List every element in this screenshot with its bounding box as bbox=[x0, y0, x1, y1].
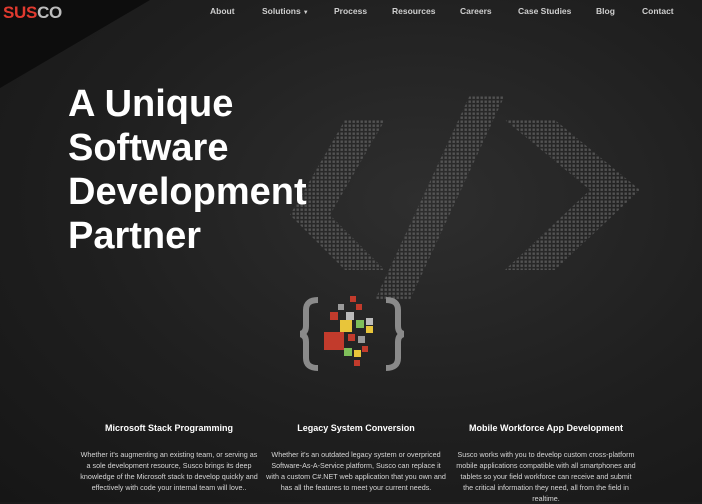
nav-solutions[interactable]: Solutions ▼ bbox=[262, 6, 309, 16]
feature-title: Mobile Workforce App Development bbox=[468, 423, 624, 433]
feature-title: Microsoft Stack Programming bbox=[104, 423, 234, 433]
feature-text: Whether it's augmenting an existing team… bbox=[80, 450, 258, 492]
nav-solutions-label: Solutions bbox=[262, 6, 301, 16]
hero-line-4: Partner bbox=[68, 215, 202, 257]
hero-line-3: Development bbox=[68, 171, 307, 213]
nav-blog[interactable]: Blog bbox=[596, 6, 615, 16]
nav-contact[interactable]: Contact bbox=[642, 6, 674, 16]
feature-text: Susco works with you to develop custom c… bbox=[456, 450, 636, 503]
chevron-down-icon: ▼ bbox=[302, 10, 309, 16]
feature-mobile-workforce: Mobile Workforce App Development Susco w… bbox=[456, 423, 636, 504]
nav-resources[interactable]: Resources bbox=[392, 6, 435, 16]
nav-process[interactable]: Process bbox=[334, 6, 367, 16]
nav-about[interactable]: About bbox=[210, 6, 235, 16]
pixel-braces-logo-icon bbox=[300, 296, 404, 371]
main-nav: About Solutions ▼ Process Resources Caree… bbox=[0, 6, 702, 20]
feature-title: Legacy System Conversion bbox=[297, 423, 415, 433]
nav-case-studies[interactable]: Case Studies bbox=[518, 6, 571, 16]
feature-microsoft-stack: Microsoft Stack Programming Whether it's… bbox=[79, 423, 259, 493]
feature-legacy-conversion: Legacy System Conversion Whether it's an… bbox=[266, 423, 446, 493]
nav-careers[interactable]: Careers bbox=[460, 6, 492, 16]
hero-heading: A Unique Software Development Partner bbox=[68, 82, 307, 258]
feature-text: Whether it's an outdated legacy system o… bbox=[266, 450, 446, 492]
hero-line-2: Software bbox=[68, 127, 229, 169]
hero-line-1: A Unique bbox=[68, 83, 234, 125]
